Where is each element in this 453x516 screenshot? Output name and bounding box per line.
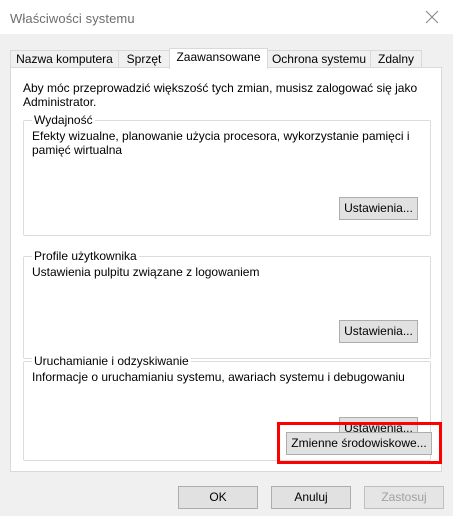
window-title: Właściwości systemu — [10, 11, 135, 26]
close-button[interactable] — [417, 4, 447, 30]
title-bar: Właściwości systemu — [0, 0, 453, 34]
user-profiles-group: Profile użytkownika Ustawienia pulpitu z… — [23, 249, 431, 359]
user-profiles-title: Profile użytkownika — [32, 249, 139, 263]
performance-title: Wydajność — [32, 113, 95, 127]
performance-settings-button[interactable]: Ustawienia... — [339, 197, 418, 220]
highlight-box — [277, 422, 442, 464]
cancel-button[interactable]: Anuluj — [271, 486, 351, 509]
tab-strip: Nazwa komputera Sprzęt Zaawansowane Ochr… — [10, 48, 440, 69]
user-profiles-description: Ustawienia pulpitu związane z logowaniem — [32, 265, 260, 279]
performance-description: Efekty wizualne, planowanie użycia proce… — [32, 129, 410, 157]
user-profiles-settings-button[interactable]: Ustawienia... — [339, 320, 418, 343]
admin-notice: Aby móc przeprowadzić większość tych zmi… — [23, 81, 418, 109]
tab-computer-name[interactable]: Nazwa komputera — [10, 50, 119, 68]
close-icon — [425, 10, 439, 24]
ok-button[interactable]: OK — [178, 486, 258, 509]
startup-recovery-title: Uruchamianie i odzyskiwanie — [32, 354, 191, 368]
tab-system-protection[interactable]: Ochrona systemu — [267, 50, 371, 68]
apply-button[interactable]: Zastosuj — [364, 486, 444, 509]
tab-remote[interactable]: Zdalny — [370, 50, 422, 68]
performance-group: Wydajność Efekty wizualne, planowanie uż… — [23, 113, 431, 236]
tab-panel-advanced: Aby móc przeprowadzić większość tych zmi… — [10, 67, 442, 472]
tab-hardware[interactable]: Sprzęt — [118, 50, 170, 68]
tab-advanced[interactable]: Zaawansowane — [169, 48, 268, 69]
startup-recovery-description: Informacje o uruchamianiu systemu, awari… — [32, 370, 405, 384]
